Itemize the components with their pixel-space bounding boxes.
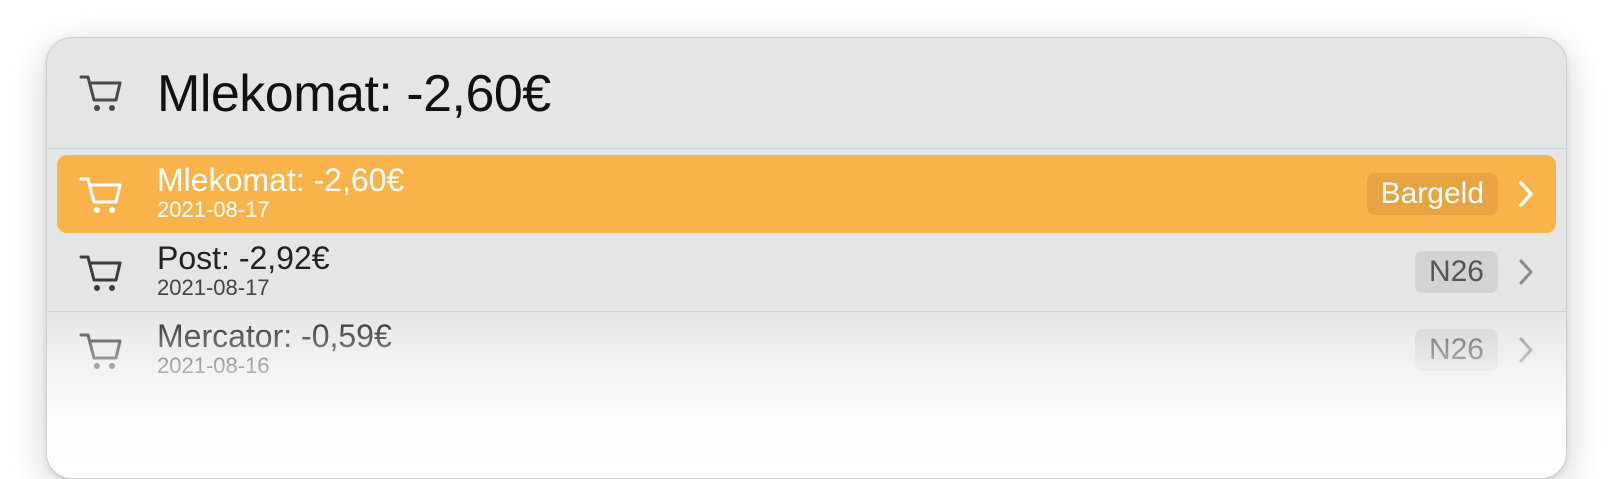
- transaction-title: Mlekomat: -2,60€: [157, 162, 405, 198]
- cart-icon: [79, 255, 122, 291]
- account-badge: N26: [1414, 251, 1498, 293]
- transaction-title: Mercator: -0,59€: [157, 318, 392, 354]
- transaction-row-post[interactable]: Post: -2,92€ 2021-08-17 N26: [57, 233, 1556, 311]
- account-badge: Bargeld: [1366, 173, 1498, 215]
- transaction-row-mlekomat[interactable]: Mlekomat: -2,60€ 2021-08-17 Bargeld: [57, 155, 1556, 233]
- transaction-date: 2021-08-17: [157, 275, 270, 300]
- chevron-right-icon: [1519, 337, 1533, 363]
- transaction-date: 2021-08-17: [157, 197, 270, 222]
- cart-icon: [79, 333, 122, 369]
- chevron-right-icon: [1519, 259, 1533, 285]
- cart-icon: [79, 177, 122, 213]
- panel-header: Mlekomat: -2,60€: [47, 38, 1566, 149]
- transaction-row-mercator[interactable]: Mercator: -0,59€ 2021-08-16 N26: [57, 311, 1556, 389]
- transaction-date: 2021-08-16: [157, 353, 270, 378]
- page-title: Mlekomat: -2,60€: [157, 65, 551, 123]
- cart-icon: [79, 75, 122, 111]
- account-badge: N26: [1414, 329, 1498, 371]
- chevron-right-icon: [1519, 181, 1533, 207]
- transaction-title: Post: -2,92€: [157, 240, 330, 276]
- transaction-panel: Mlekomat: -2,60€ Mlekomat: -2,60€ 2021-0…: [46, 37, 1567, 479]
